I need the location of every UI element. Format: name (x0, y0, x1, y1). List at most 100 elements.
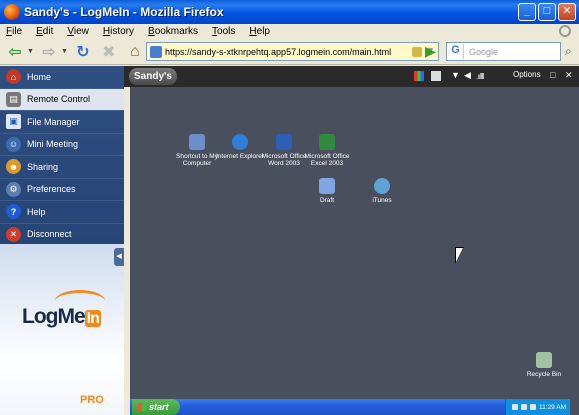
maximize-button[interactable]: □ (538, 3, 556, 21)
desktop-icon-excel[interactable]: Microsoft Office Excel 2003 (297, 134, 357, 167)
remote-taskbar: start 11:29 AM (130, 399, 570, 415)
sidebar-item-file-manager[interactable]: ▣ File Manager (0, 111, 124, 134)
desktop-icon-draft[interactable]: Draft (297, 178, 357, 204)
close-session-icon[interactable]: ✕ (565, 70, 573, 81)
search-placeholder: Google (469, 46, 499, 57)
menu-file[interactable]: File (6, 26, 22, 37)
tray-network-icon[interactable] (512, 404, 519, 410)
color-quality-icon[interactable] (414, 71, 424, 81)
menu-tools[interactable]: Tools (212, 26, 235, 37)
home-button[interactable]: ⌂ (124, 41, 146, 63)
sidebar-item-label: Help (27, 206, 46, 217)
remote-session-header: Sandy's ▼ ◀ .ıılllll Options □ ✕ (124, 66, 579, 87)
throbber-icon (559, 25, 571, 37)
sidebar-item-label: Remote Control (27, 94, 91, 105)
sidebar-item-preferences[interactable]: ⚙ Preferences (0, 179, 124, 201)
file-manager-icon: ▣ (6, 114, 21, 130)
sidebar-backdrop (0, 244, 124, 415)
desktop-icon-itunes[interactable]: iTunes (352, 178, 412, 204)
logo-text: LogMe (22, 305, 86, 328)
forward-dropdown-icon[interactable]: ▼ (61, 48, 68, 55)
itunes-icon (374, 178, 390, 194)
preferences-icon: ⚙ (6, 181, 21, 197)
sidebar-item-label: Mini Meeting (27, 139, 79, 150)
reload-button[interactable]: ↻ (72, 41, 94, 63)
mini-meeting-icon: ☺ (6, 136, 21, 152)
google-icon[interactable]: G (448, 44, 464, 59)
start-label: start (149, 402, 169, 412)
search-icon[interactable]: ⌕ (565, 44, 572, 59)
document-icon (319, 178, 335, 194)
menu-view[interactable]: View (67, 26, 89, 37)
my-computer-icon (189, 134, 205, 150)
maximize-session-icon[interactable]: □ (550, 70, 555, 80)
stop-button[interactable]: ✖ (98, 41, 120, 63)
sidebar-collapse-handle[interactable]: ◀ (114, 248, 124, 266)
forward-button[interactable]: ⇨ (38, 41, 60, 63)
sidebar-item-label: File Manager (27, 116, 80, 127)
menu-edit[interactable]: Edit (36, 26, 53, 37)
navigation-toolbar: ⇦ ▼ ⇨ ▼ ↻ ✖ ⌂ https://sandy-s-xtknrpehtq… (0, 39, 579, 65)
back-button[interactable]: ⇦ (4, 41, 26, 63)
menu-dropdown-icon[interactable]: ▼ (451, 70, 460, 80)
volume-icon[interactable]: ◀ (464, 70, 471, 81)
sidebar-item-help[interactable]: ? Help (0, 201, 124, 224)
sidebar-item-sharing[interactable]: ☻ Sharing (0, 156, 124, 179)
tray-volume-icon[interactable] (521, 404, 528, 410)
desktop-icon-label: iTunes (372, 197, 392, 204)
menu-help[interactable]: Help (249, 26, 270, 37)
logo-pro: PRO (80, 394, 104, 406)
tray-security-icon[interactable] (530, 404, 537, 410)
options-button[interactable]: Options (513, 70, 541, 79)
tray-clock[interactable]: 11:29 AM (539, 404, 566, 411)
menu-history[interactable]: History (103, 26, 134, 37)
logmein-sidebar: ⌂ Home ▤ Remote Control ▣ File Manager ☺… (0, 66, 124, 415)
remote-control-icon: ▤ (6, 91, 21, 107)
sidebar-item-label: Sharing (27, 161, 59, 172)
mouse-cursor-icon (456, 248, 463, 262)
site-favicon-icon (150, 45, 162, 58)
desktop-icon-recycle-bin[interactable]: Recycle Bin (514, 352, 574, 378)
sharing-icon: ☻ (6, 159, 21, 175)
sidebar-item-home[interactable]: ⌂ Home (0, 66, 124, 89)
window-title: Sandy's - LogMeIn - Mozilla Firefox (24, 5, 224, 19)
desktop-icon-label: Microsoft Office Excel 2003 (304, 153, 350, 167)
sidebar-item-mini-meeting[interactable]: ☺ Mini Meeting (0, 134, 124, 156)
sidebar-item-remote-control[interactable]: ▤ Remote Control (0, 88, 124, 111)
go-button[interactable]: ▶ (425, 43, 436, 60)
start-button[interactable]: start (132, 399, 180, 415)
screen-resolution-icon[interactable] (431, 71, 441, 81)
close-button[interactable]: ✕ (558, 3, 576, 21)
sidebar-item-label: Home (27, 71, 52, 82)
sidebar-item-label: Disconnect (27, 229, 72, 240)
desktop-icon-label: Draft (319, 197, 335, 204)
menu-bookmarks[interactable]: Bookmarks (148, 26, 198, 37)
disconnect-icon: ✕ (6, 226, 21, 242)
word-icon (276, 134, 292, 150)
sidebar-item-label: Preferences (27, 184, 76, 195)
firefox-icon (4, 4, 20, 20)
lock-icon[interactable] (412, 46, 423, 57)
help-icon: ? (6, 204, 21, 220)
logmein-logo: LogMe In (22, 305, 101, 329)
volume-level-icon[interactable]: .ıılllll (476, 72, 485, 81)
windows-flag-icon (138, 403, 146, 411)
back-dropdown-icon[interactable]: ▼ (27, 48, 34, 55)
recycle-bin-icon (536, 352, 552, 368)
system-tray: 11:29 AM (505, 399, 570, 415)
tab-sandys[interactable]: Sandy's (129, 68, 177, 85)
logo-in: In (84, 310, 101, 327)
home-icon: ⌂ (6, 69, 21, 85)
desktop-icon-label: Recycle Bin (526, 371, 562, 378)
url-bar[interactable]: https://sandy-s-xtknrpehtq.app57.logmein… (146, 42, 439, 61)
title-bar: Sandy's - LogMeIn - Mozilla Firefox _ □ … (0, 0, 579, 24)
right-edge (570, 87, 579, 415)
search-input[interactable]: G Google (446, 42, 561, 61)
menu-bar: File Edit View History Bookmarks Tools H… (0, 24, 579, 38)
url-text[interactable]: https://sandy-s-xtknrpehtq.app57.logmein… (165, 47, 412, 57)
internet-explorer-icon (232, 134, 248, 150)
minimize-button[interactable]: _ (518, 3, 536, 21)
remote-desktop[interactable]: Shortcut to My Computer Internet Explore… (130, 87, 570, 399)
sidebar-item-disconnect[interactable]: ✕ Disconnect (0, 224, 124, 246)
excel-icon (319, 134, 335, 150)
